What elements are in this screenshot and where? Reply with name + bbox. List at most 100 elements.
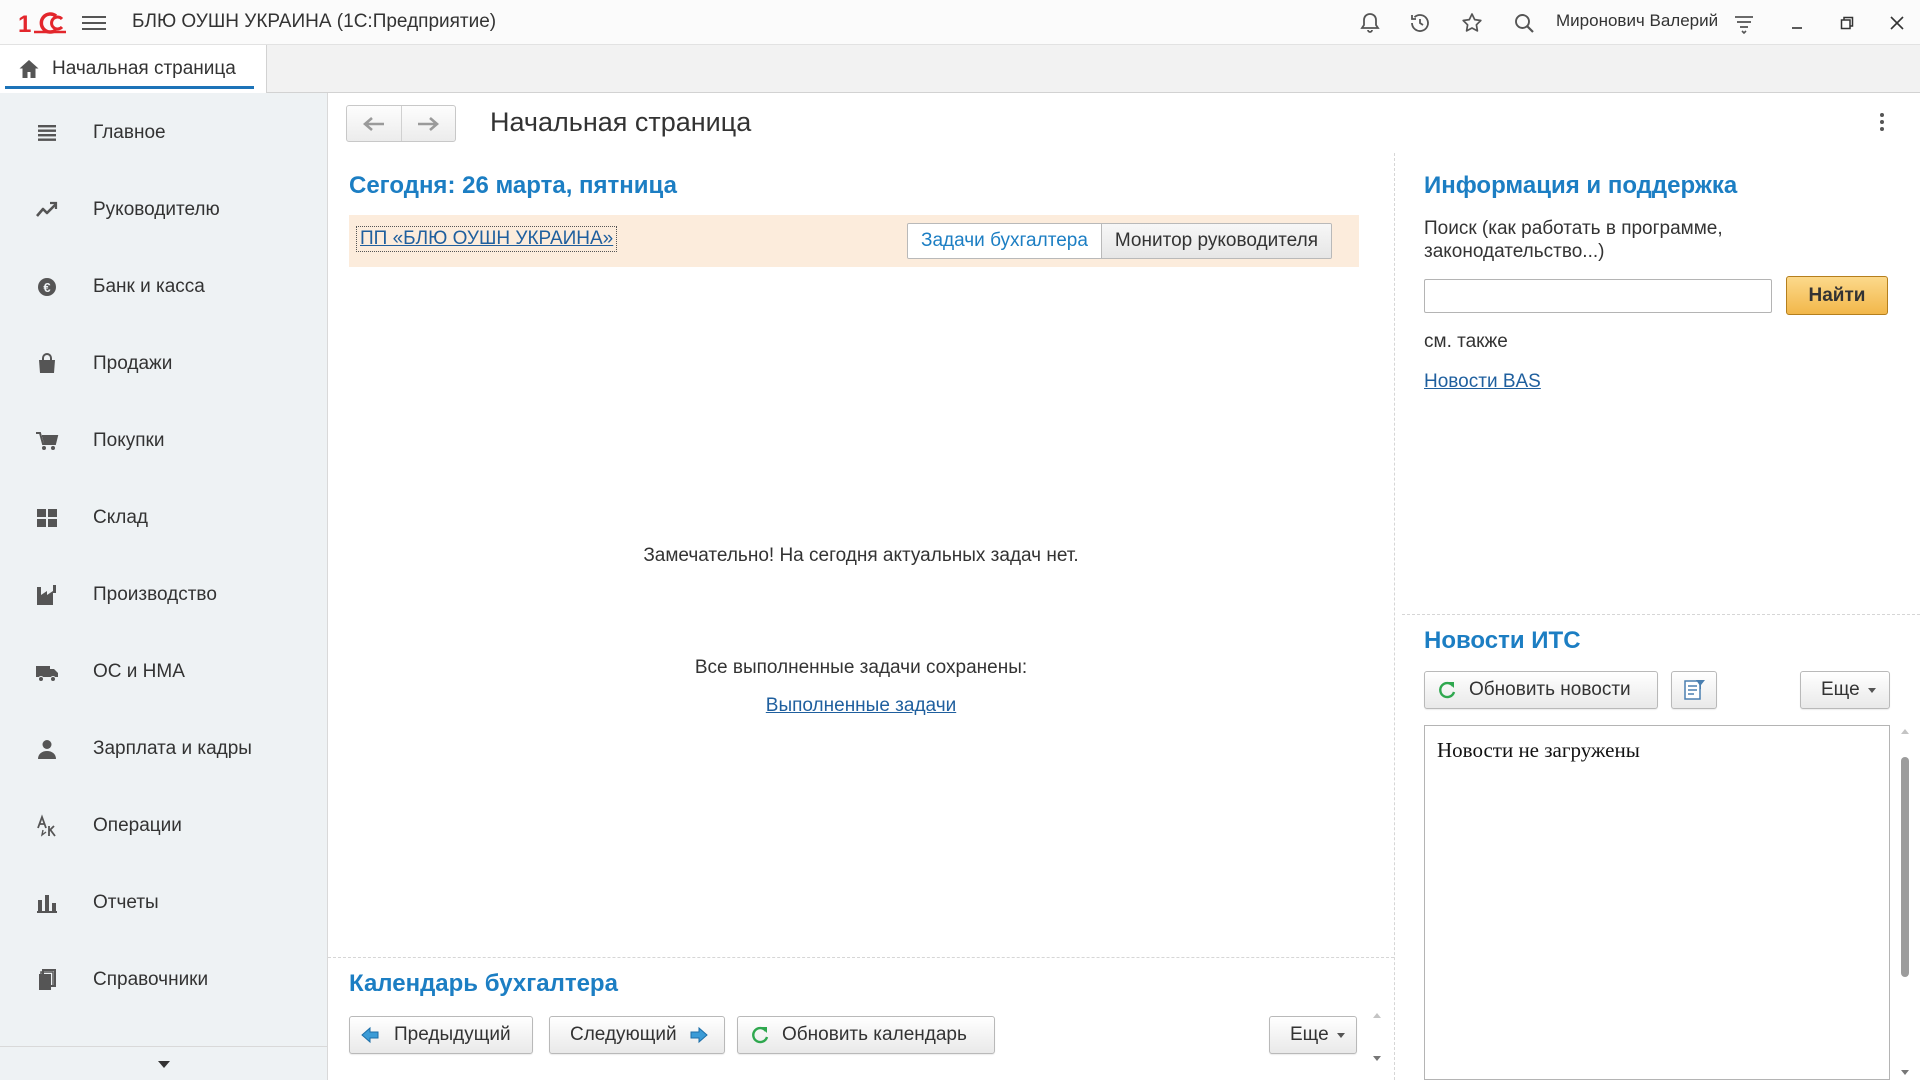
news-more-button[interactable]: Еще: [1800, 671, 1890, 709]
history-nav: [346, 105, 456, 142]
restore-icon[interactable]: [1832, 8, 1862, 38]
its-news-title: Новости ИТС: [1424, 627, 1581, 654]
see-also-label: см. также: [1424, 331, 1508, 352]
back-button[interactable]: [347, 106, 401, 141]
done-tasks-link[interactable]: Выполненные задачи: [766, 695, 956, 716]
today-title: Сегодня: 26 марта, пятница: [349, 172, 677, 199]
sidebar-item-label: ОС и НМА: [93, 661, 185, 682]
truck-icon: [34, 659, 60, 685]
person-icon: [34, 736, 60, 762]
arrow-left-icon: [362, 116, 384, 131]
mode-manager-monitor[interactable]: Монитор руководителя: [1100, 224, 1331, 258]
page-header: Начальная страница: [328, 93, 1920, 153]
organization-link[interactable]: ПП «БЛЮ ОУШН УКРАИНА»: [355, 226, 618, 252]
next-label: Следующий: [570, 1024, 677, 1045]
sidebar-item-salary-hr[interactable]: Зарплата и кадры: [0, 719, 328, 779]
warehouse-grid-icon: [34, 505, 60, 531]
scroll-up-icon: [1901, 729, 1909, 734]
settings-lines-icon[interactable]: [1730, 9, 1758, 37]
empty-tasks-message: Замечательно! На сегодня актуальных зада…: [643, 545, 1079, 566]
tasks-panel: Сегодня: 26 марта, пятница ПП «БЛЮ ОУШН …: [328, 153, 1394, 1080]
bar-chart-icon: [34, 890, 60, 916]
more-label: Еще: [1821, 679, 1860, 700]
scroll-down-icon: [1901, 1070, 1909, 1075]
more-actions-icon[interactable]: [1872, 109, 1892, 135]
sidebar-item-production[interactable]: Производство: [0, 565, 328, 625]
sidebar-item-manager[interactable]: Руководителю: [0, 180, 328, 240]
sidebar-scroll-down-button[interactable]: [0, 1046, 328, 1080]
search-icon[interactable]: [1510, 9, 1538, 37]
organization-strip: ПП «БЛЮ ОУШН УКРАИНА» Задачи бухгалтера …: [349, 215, 1359, 267]
factory-icon: [34, 582, 60, 608]
sidebar-item-label: Покупки: [93, 430, 165, 451]
news-content-text: Новости не загружены: [1437, 738, 1640, 762]
close-icon[interactable]: [1882, 8, 1912, 38]
refresh-news-label: Обновить новости: [1469, 679, 1631, 700]
sidebar-item-main[interactable]: Главное: [0, 103, 328, 163]
news-content-area[interactable]: Новости не загружены: [1424, 725, 1890, 1080]
trend-chart-icon: [34, 197, 60, 223]
find-button[interactable]: Найти: [1786, 276, 1888, 315]
1c-logo-icon: 1: [18, 11, 66, 36]
sidebar-item-fixed-assets[interactable]: ОС и НМА: [0, 642, 328, 702]
news-filter-button[interactable]: [1671, 671, 1717, 709]
list-icon: [34, 120, 60, 146]
tab-label: Начальная страница: [52, 58, 236, 79]
mode-switch: Задачи бухгалтера Монитор руководителя: [907, 223, 1332, 259]
sidebar-item-label: Отчеты: [93, 892, 159, 913]
sidebar-item-label: Склад: [93, 507, 148, 528]
tab-home-page[interactable]: Начальная страница: [0, 45, 267, 93]
coin-icon: €: [34, 274, 60, 300]
svg-text:€: €: [43, 280, 50, 295]
scrollbar-thumb[interactable]: [1901, 757, 1909, 977]
sidebar-item-reports[interactable]: Отчеты: [0, 873, 328, 933]
refresh-icon: [1439, 681, 1456, 699]
notifications-bell-icon[interactable]: [1356, 9, 1384, 37]
sidebar-item-label: Руководителю: [93, 199, 220, 220]
sidebar-item-sales[interactable]: Продажи: [0, 334, 328, 394]
sidebar-item-label: Производство: [93, 584, 217, 605]
next-button[interactable]: Следующий: [549, 1016, 725, 1054]
filter-list-icon: [1684, 680, 1705, 700]
help-search-input[interactable]: [1424, 279, 1772, 313]
shopping-bag-icon: [34, 351, 60, 377]
sidebar-item-warehouse[interactable]: Склад: [0, 488, 328, 548]
info-title: Информация и поддержка: [1424, 172, 1738, 199]
minimize-icon[interactable]: [1782, 8, 1812, 38]
main-menu-button[interactable]: [82, 12, 106, 32]
history-clock-icon[interactable]: [1406, 9, 1434, 37]
refresh-icon: [752, 1026, 769, 1044]
refresh-news-button[interactable]: Обновить новости: [1424, 671, 1658, 709]
app-title: БЛЮ ОУШН УКРАИНА (1С:Предприятие): [132, 11, 497, 32]
sidebar-item-bank[interactable]: € Банк и касса: [0, 257, 328, 317]
news-bas-link[interactable]: Новости BAS: [1424, 371, 1541, 393]
sidebar-item-label: Продажи: [93, 353, 173, 374]
sidebar-item-purchases[interactable]: Покупки: [0, 411, 328, 471]
sidebar-item-label: Операции: [93, 815, 182, 836]
refresh-calendar-button[interactable]: Обновить календарь: [737, 1016, 995, 1054]
chevron-down-icon: [158, 1060, 170, 1068]
calendar-more-button[interactable]: Еще: [1269, 1016, 1357, 1054]
title-bar: 1 БЛЮ ОУШН УКРАИНА (1С:Предприятие) Миро…: [0, 0, 1920, 45]
chevron-down-icon: [1336, 1032, 1345, 1038]
refresh-calendar-label: Обновить календарь: [782, 1024, 967, 1045]
sidebar-item-label: Банк и касса: [93, 276, 205, 297]
calendar-title: Календарь бухгалтера: [349, 970, 618, 997]
sidebar-item-catalogs[interactable]: Справочники: [0, 950, 328, 1010]
arrow-right-icon: [418, 116, 440, 131]
user-name[interactable]: Миронович Валерий: [1556, 11, 1718, 31]
sidebar: Главное Руководителю € Банк и касса Прод…: [0, 93, 328, 1080]
favorites-star-icon[interactable]: [1458, 9, 1486, 37]
home-icon: [19, 60, 39, 78]
panel-divider: [1394, 153, 1395, 1080]
forward-button[interactable]: [400, 106, 456, 141]
previous-button[interactable]: Предыдущий: [349, 1016, 533, 1054]
search-label: Поиск (как работать в программе, законод…: [1424, 218, 1723, 262]
more-label: Еще: [1290, 1024, 1329, 1045]
sidebar-item-operations[interactable]: Операции: [0, 796, 328, 856]
news-scrollbar[interactable]: [1898, 729, 1912, 1075]
calendar-scrollbar[interactable]: [1372, 1013, 1382, 1061]
sidebar-item-label: Справочники: [93, 969, 209, 990]
scroll-down-icon: [1373, 1056, 1381, 1061]
mode-accountant-tasks[interactable]: Задачи бухгалтера: [908, 224, 1101, 258]
